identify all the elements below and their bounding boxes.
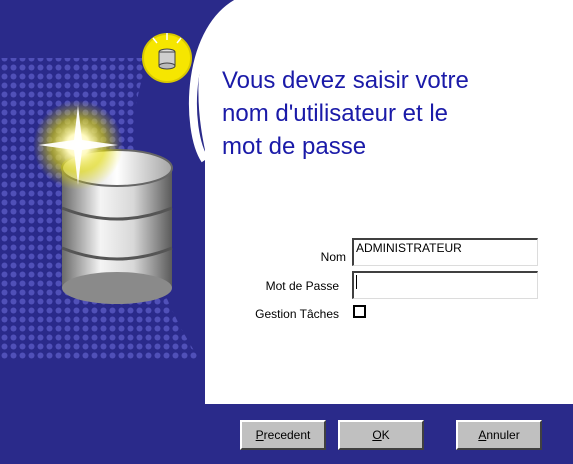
title-line-1: Vous devez saisir votre	[222, 67, 469, 94]
user-label: Nom	[320, 250, 346, 264]
text-caret	[356, 275, 357, 289]
password-field[interactable]	[352, 271, 538, 299]
user-field[interactable]: ADMINISTRATEUR	[352, 238, 538, 266]
ok-button-label: K	[381, 428, 390, 442]
task-checkbox[interactable]	[353, 305, 366, 318]
cancel-button[interactable]: Annuler	[456, 420, 542, 450]
previous-button-mnemonic: P	[255, 428, 264, 442]
cancel-button-label: nnuler	[486, 428, 520, 442]
title-line-3: mot de passe	[222, 133, 367, 160]
page-title: Vous devez saisir votre nom d'utilisateu…	[222, 64, 542, 163]
previous-button-label: recedent	[263, 428, 311, 442]
login-dialog: Vous devez saisir votre nom d'utilisateu…	[0, 0, 573, 464]
ok-button[interactable]: OK	[338, 420, 424, 450]
previous-button[interactable]: Precedent	[240, 420, 326, 450]
ok-button-mnemonic: O	[372, 428, 382, 442]
database-hint-icon	[142, 33, 192, 83]
task-label: Gestion Tâches	[255, 307, 339, 321]
title-line-2: nom d'utilisateur et le	[222, 100, 449, 127]
user-value: ADMINISTRATEUR	[356, 241, 462, 255]
password-label: Mot de Passe	[265, 279, 339, 293]
